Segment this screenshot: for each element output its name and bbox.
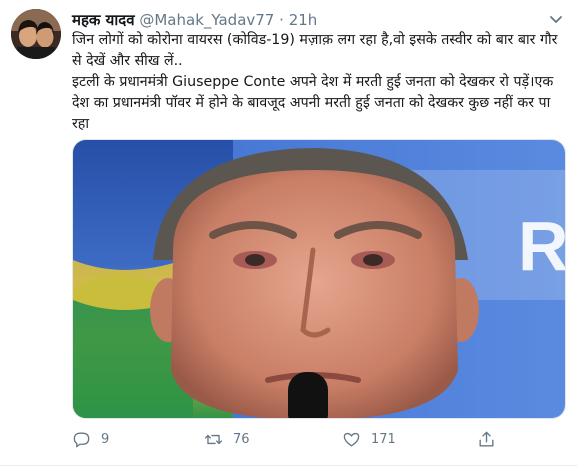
tweet-header: महक यादव @Mahak_Yadav77 · 21h [72,9,537,31]
reply-count: 9 [101,431,110,447]
chevron-down-icon[interactable] [545,8,567,30]
avatar[interactable] [11,9,61,59]
svg-text:RA: RA [518,207,566,285]
display-name[interactable]: महक यादव [72,11,135,29]
tweet-text: जिन लोगों को कोरोना वायरस (कोविड-19) मज़… [72,32,558,132]
heart-icon [343,432,360,447]
user-handle[interactable]: @Mahak_Yadav77 [139,11,274,29]
like-count: 171 [371,431,396,447]
tweet-photo[interactable]: RA [72,139,566,419]
like-button[interactable]: 171 [342,428,396,450]
reply-icon [73,431,90,447]
tweet-actions: 9 76 171 [72,428,566,450]
separator-dot: · [279,11,284,29]
share-button[interactable] [477,428,496,450]
avatar-image [11,9,61,59]
tweet[interactable]: महक यादव @Mahak_Yadav77 · 21h जिन लोगों … [0,0,577,466]
retweet-button[interactable]: 76 [204,428,250,450]
share-icon [479,431,494,447]
photo-image: RA [73,140,566,418]
timestamp[interactable]: 21h [289,11,318,29]
reply-button[interactable]: 9 [72,428,109,450]
retweet-icon [204,434,223,444]
retweet-count: 76 [233,431,250,447]
